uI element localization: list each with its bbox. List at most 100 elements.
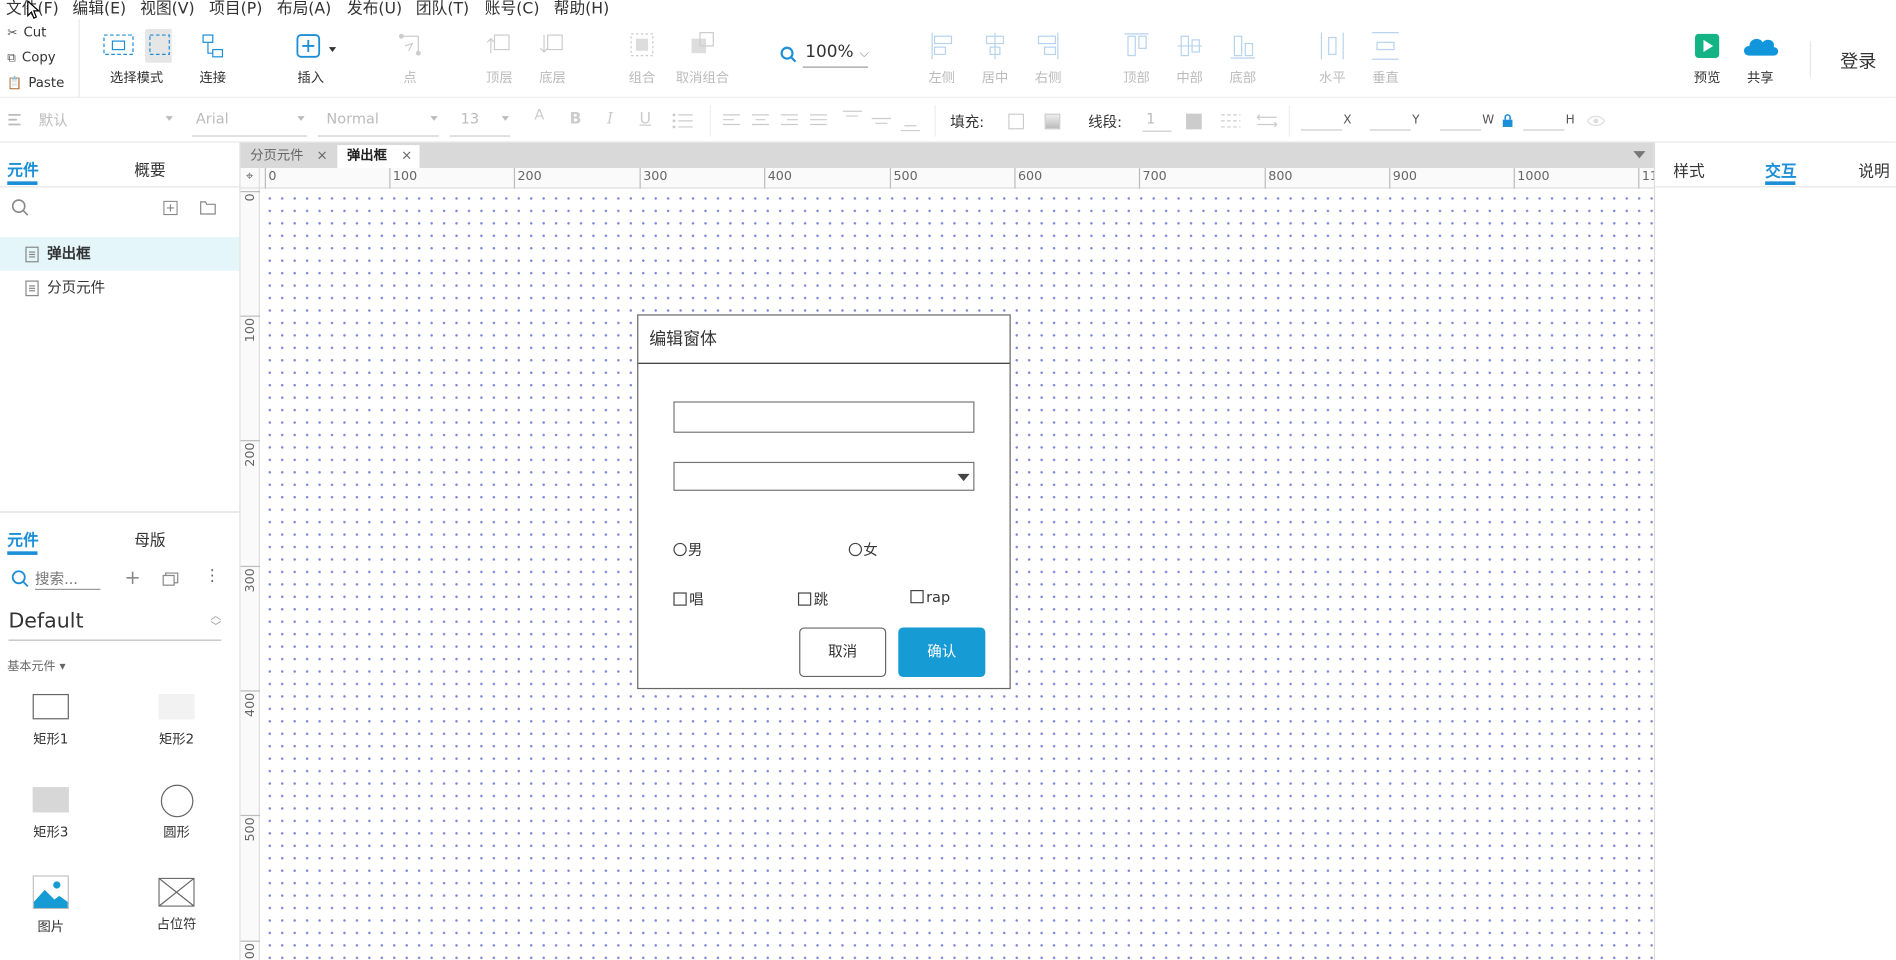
page-item-pagination[interactable]: 分页元件 xyxy=(0,271,239,305)
connect-button[interactable]: 连接 xyxy=(193,29,232,87)
send-to-back-button[interactable]: 底层 xyxy=(534,29,570,87)
text-align-left-icon[interactable] xyxy=(722,112,741,129)
group-button[interactable]: 组合 xyxy=(624,29,660,87)
insert-button[interactable]: 插入 xyxy=(291,29,339,87)
text-align-center-icon[interactable] xyxy=(751,112,770,129)
confirm-button[interactable]: 确认 xyxy=(898,627,986,678)
doc-tab-popup[interactable]: 弹出框 × xyxy=(337,145,420,169)
add-page-icon[interactable] xyxy=(163,200,178,216)
paste-button[interactable]: 📋 Paste xyxy=(0,70,79,95)
select-mode-button[interactable]: 选择模式 xyxy=(97,29,177,87)
font-family-select[interactable]: Arial xyxy=(196,110,305,127)
arrow-style-icon[interactable] xyxy=(1256,112,1278,129)
line-color-swatch[interactable] xyxy=(1186,113,1202,130)
valign-middle-icon[interactable] xyxy=(870,109,892,133)
menu-view[interactable]: 视图(V) xyxy=(140,0,194,18)
more-options-icon[interactable]: ⋮ xyxy=(204,567,220,585)
library-select[interactable]: Default ︿ ﹀ xyxy=(8,609,222,641)
dialog-select[interactable] xyxy=(673,461,975,491)
fill-shadow-swatch[interactable] xyxy=(1044,113,1061,130)
text-justify-icon[interactable] xyxy=(809,112,828,129)
library-manage-icon[interactable] xyxy=(162,572,179,587)
tab-components-top[interactable]: 元件 xyxy=(7,157,38,180)
valign-top-icon[interactable] xyxy=(841,109,863,133)
dialog-text-input[interactable] xyxy=(673,401,975,433)
edit-form-dialog[interactable]: 编辑窗体 男 女 唱 跳 rap 取消 确认 xyxy=(637,314,1011,690)
lib-rect1[interactable]: 矩形1 xyxy=(15,693,88,748)
menu-account[interactable]: 账号(C) xyxy=(485,0,540,18)
style-select[interactable]: 默认 xyxy=(39,110,173,131)
underline-icon[interactable]: U xyxy=(640,110,652,128)
tab-masters[interactable]: 母版 xyxy=(134,527,165,550)
align-top-button[interactable]: 顶部 xyxy=(1118,29,1154,87)
search-icon[interactable] xyxy=(11,198,30,217)
tabs-dropdown-icon[interactable] xyxy=(1633,151,1646,159)
align-left-button[interactable]: 左侧 xyxy=(924,29,960,87)
h-field[interactable] xyxy=(1523,129,1565,131)
checkbox-jump[interactable]: 跳 xyxy=(797,589,828,610)
cut-button[interactable]: ✂ Cut xyxy=(0,19,79,44)
cancel-button[interactable]: 取消 xyxy=(799,627,887,678)
menu-edit[interactable]: 编辑(E) xyxy=(73,0,127,18)
doc-tab-pagination[interactable]: 分页元件 × xyxy=(241,145,335,168)
point-icon xyxy=(398,33,421,56)
menu-project[interactable]: 项目(P) xyxy=(209,0,262,18)
lib-rect2[interactable]: 矩形2 xyxy=(140,693,213,748)
menu-team[interactable]: 团队(T) xyxy=(416,0,469,18)
align-right-button[interactable]: 右侧 xyxy=(1030,29,1066,87)
bold-icon[interactable]: B xyxy=(569,110,581,128)
close-icon[interactable]: × xyxy=(316,145,327,166)
copy-button[interactable]: ⧉ Copy xyxy=(0,45,79,70)
add-library-icon[interactable]: + xyxy=(125,566,141,589)
y-field[interactable] xyxy=(1369,129,1411,131)
library-search-input[interactable] xyxy=(35,568,101,590)
font-color-icon[interactable]: A xyxy=(534,106,544,123)
page-item-popup[interactable]: 弹出框 xyxy=(0,236,240,271)
lock-icon[interactable] xyxy=(1502,114,1514,129)
align-middle-button[interactable]: 中部 xyxy=(1172,29,1208,87)
tab-outline[interactable]: 概要 xyxy=(134,157,165,180)
menu-publish[interactable]: 发布(U) xyxy=(347,0,402,18)
radio-female[interactable]: 女 xyxy=(848,539,878,560)
category-basic[interactable]: 基本元件 ▾ xyxy=(7,655,65,673)
line-width-input[interactable]: 1 xyxy=(1146,110,1155,127)
x-field[interactable] xyxy=(1300,129,1342,131)
lib-placeholder[interactable]: 占位符 xyxy=(140,877,213,934)
close-icon[interactable]: × xyxy=(401,145,412,166)
lib-image[interactable]: 图片 xyxy=(15,875,88,935)
ruler-corner-crosshair-icon[interactable]: ⌖ xyxy=(240,168,260,189)
radio-male[interactable]: 男 xyxy=(673,539,702,560)
lib-rect3[interactable]: 矩形3 xyxy=(15,787,88,841)
bullet-list-icon[interactable] xyxy=(672,112,694,129)
checkbox-rap[interactable]: rap xyxy=(910,589,950,606)
preview-button[interactable]: 预览 xyxy=(1689,29,1725,87)
zoom-control[interactable]: 100% ⌵ xyxy=(780,42,871,69)
menu-help[interactable]: 帮助(H) xyxy=(554,0,610,18)
font-size-select[interactable]: 13 xyxy=(461,110,509,127)
share-button[interactable]: 共享 xyxy=(1737,29,1783,87)
line-style-icon[interactable] xyxy=(1220,112,1242,129)
distribute-vertical-button[interactable]: 垂直 xyxy=(1367,29,1403,87)
tab-interaction[interactable]: 交互 xyxy=(1765,158,1796,181)
fill-color-swatch[interactable] xyxy=(1008,113,1025,130)
visibility-eye-icon[interactable] xyxy=(1586,115,1606,127)
bring-to-front-button[interactable]: 顶层 xyxy=(481,29,517,87)
tab-components-bottom[interactable]: 元件 xyxy=(7,527,38,550)
distribute-horizontal-button[interactable]: 水平 xyxy=(1314,29,1350,87)
checkbox-sing[interactable]: 唱 xyxy=(673,589,704,610)
lib-circle[interactable]: 圆形 xyxy=(140,784,213,842)
tab-notes[interactable]: 说明 xyxy=(1858,158,1889,181)
valign-bottom-icon[interactable] xyxy=(899,109,921,133)
font-weight-select[interactable]: Normal xyxy=(326,110,438,127)
point-button[interactable]: 点 xyxy=(392,29,428,87)
w-field[interactable] xyxy=(1439,129,1482,131)
align-center-button[interactable]: 居中 xyxy=(977,29,1013,87)
menu-layout[interactable]: 布局(A) xyxy=(277,0,331,18)
add-folder-icon[interactable] xyxy=(199,199,216,215)
italic-icon[interactable]: I xyxy=(607,110,613,128)
text-align-right-icon[interactable] xyxy=(780,112,799,129)
tab-style[interactable]: 样式 xyxy=(1673,158,1704,181)
ungroup-button[interactable]: 取消组合 xyxy=(675,29,731,87)
login-button[interactable]: 登录 xyxy=(1840,48,1876,73)
align-bottom-button[interactable]: 底部 xyxy=(1225,29,1261,87)
